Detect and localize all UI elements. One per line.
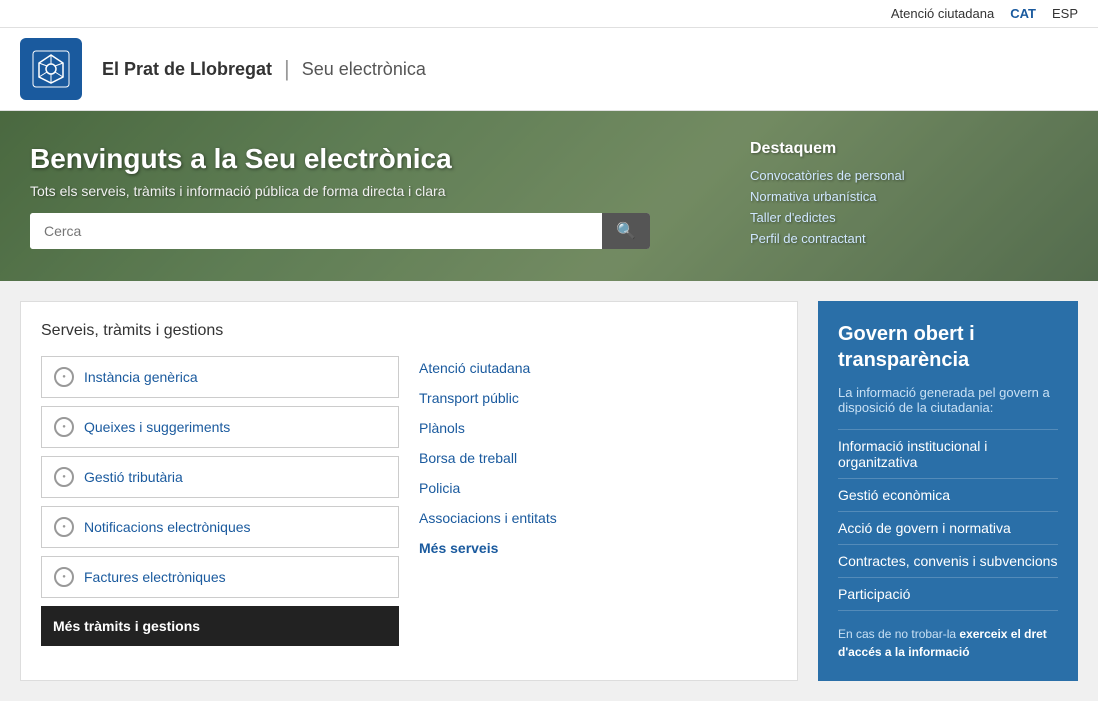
services-panel: Serveis, tràmits i gestions Instància ge… — [20, 301, 798, 681]
destacat-link-0[interactable]: Convocatòries de personal — [750, 168, 930, 183]
hero-content: Benvinguts a la Seu electrònica Tots els… — [0, 143, 730, 249]
logo[interactable] — [20, 38, 82, 100]
hero-title: Benvinguts a la Seu electrònica — [30, 143, 700, 175]
search-bar: 🔍 — [30, 213, 650, 249]
header-divider: | — [284, 56, 290, 82]
service-label-4: Factures electròniques — [84, 569, 226, 585]
site-header: El Prat de Llobregat | Seu electrònica — [0, 28, 1098, 111]
right-link-4[interactable]: Policia — [419, 480, 777, 496]
search-input[interactable] — [30, 213, 602, 249]
services-right: Atenció ciutadana Transport públic Plàno… — [419, 356, 777, 646]
lang-cat[interactable]: CAT — [1010, 6, 1036, 21]
service-icon-4 — [54, 567, 74, 587]
main-content: Serveis, tràmits i gestions Instància ge… — [0, 281, 1098, 701]
more-tramits-button[interactable]: Més tràmits i gestions — [41, 606, 399, 646]
header-title: El Prat de Llobregat | Seu electrònica — [102, 56, 426, 82]
service-item-1[interactable]: Queixes i suggeriments — [41, 406, 399, 448]
atencio-ciutadana-link[interactable]: Atenció ciutadana — [891, 6, 994, 21]
right-link-3[interactable]: Borsa de treball — [419, 450, 777, 466]
service-item-2[interactable]: Gestió tributària — [41, 456, 399, 498]
service-icon-1 — [54, 417, 74, 437]
govern-link-1[interactable]: Gestió econòmica — [838, 479, 1058, 512]
govern-footer: En cas de no trobar-la exerceix el dret … — [838, 625, 1058, 661]
services-grid: Instància genèrica Queixes i suggeriment… — [41, 356, 777, 646]
seu-label: Seu electrònica — [302, 59, 426, 80]
hero-sidebar: Destaquem Convocatòries de personal Norm… — [730, 124, 950, 268]
service-label-0: Instància genèrica — [84, 369, 198, 385]
more-services-link[interactable]: Més serveis — [419, 540, 777, 556]
govern-title: Govern obert i transparència — [838, 321, 1058, 373]
right-link-5[interactable]: Associacions i entitats — [419, 510, 777, 526]
govern-link-3[interactable]: Contractes, convenis i subvencions — [838, 545, 1058, 578]
service-label-1: Queixes i suggeriments — [84, 419, 230, 435]
services-title: Serveis, tràmits i gestions — [41, 322, 777, 340]
destacats-title: Destaquem — [750, 140, 930, 158]
hero-banner: Benvinguts a la Seu electrònica Tots els… — [0, 111, 1098, 281]
services-left: Instància genèrica Queixes i suggeriment… — [41, 356, 399, 646]
service-label-2: Gestió tributària — [84, 469, 183, 485]
hero-subtitle: Tots els serveis, tràmits i informació p… — [30, 183, 700, 199]
city-name: El Prat de Llobregat — [102, 59, 272, 80]
right-link-2[interactable]: Plànols — [419, 420, 777, 436]
service-label-3: Notificacions electròniques — [84, 519, 251, 535]
search-button[interactable]: 🔍 — [602, 213, 650, 249]
service-icon-2 — [54, 467, 74, 487]
service-item-0[interactable]: Instància genèrica — [41, 356, 399, 398]
service-icon-0 — [54, 367, 74, 387]
govern-intro: La informació generada pel govern a disp… — [838, 385, 1058, 415]
govern-link-2[interactable]: Acció de govern i normativa — [838, 512, 1058, 545]
service-item-4[interactable]: Factures electròniques — [41, 556, 399, 598]
lang-esp[interactable]: ESP — [1052, 6, 1078, 21]
right-link-1[interactable]: Transport públic — [419, 390, 777, 406]
govern-panel: Govern obert i transparència La informac… — [818, 301, 1078, 681]
right-link-0[interactable]: Atenció ciutadana — [419, 360, 777, 376]
service-icon-3 — [54, 517, 74, 537]
govern-link-0[interactable]: Informació institucional i organitzativa — [838, 429, 1058, 479]
govern-footer-text: En cas de no trobar-la — [838, 627, 959, 641]
destacat-link-1[interactable]: Normativa urbanística — [750, 189, 930, 204]
destacat-link-3[interactable]: Perfil de contractant — [750, 231, 930, 246]
destacat-link-2[interactable]: Taller d'edictes — [750, 210, 930, 225]
service-item-3[interactable]: Notificacions electròniques — [41, 506, 399, 548]
govern-link-4[interactable]: Participació — [838, 578, 1058, 611]
top-bar: Atenció ciutadana CAT ESP — [0, 0, 1098, 28]
